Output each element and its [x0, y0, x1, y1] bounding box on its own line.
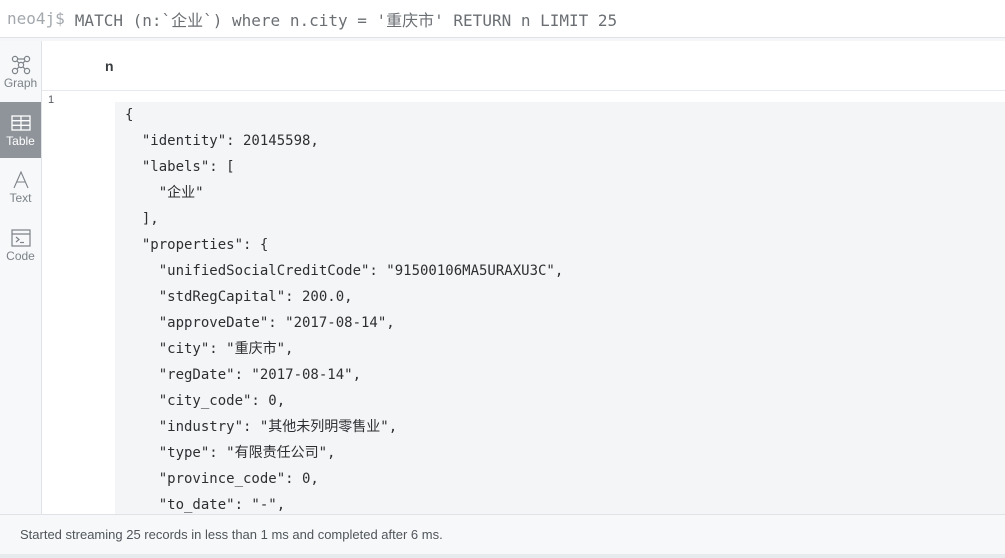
json-line: ], [125, 211, 159, 227]
sidebar-item-label: Table [6, 134, 35, 148]
sidebar-item-text[interactable]: Text [0, 159, 41, 215]
query-prompt: neo4j$ [7, 9, 65, 28]
json-line: { [125, 107, 134, 123]
result-table: n 1 { "identity": 20145598, "labels": [ … [42, 41, 1005, 514]
json-line: "approveDate": "2017-08-14", [125, 315, 395, 331]
json-line: "stdRegCapital": 200.0, [125, 289, 353, 305]
sidebar-item-label: Graph [3, 76, 38, 90]
query-editor[interactable]: neo4j$ MATCH (n:`企业`) where n.city = '重庆市… [0, 0, 1005, 38]
json-line: "identity": 20145598, [125, 133, 319, 149]
json-line: "企业" [125, 185, 204, 201]
sidebar-item-label: Code [6, 249, 35, 263]
status-text: Started streaming 25 records in less tha… [20, 527, 443, 542]
neo4j-browser-frame: neo4j$ MATCH (n:`企业`) where n.city = '重庆市… [0, 0, 1005, 558]
row-number: 1 [48, 94, 55, 106]
table-icon [10, 112, 32, 134]
json-line: "labels": [ [125, 159, 235, 175]
sidebar-item-code[interactable]: Code [0, 217, 41, 273]
sidebar-item-label: Text [9, 191, 32, 205]
json-line: "province_code": 0, [125, 471, 319, 487]
graph-icon [10, 54, 32, 76]
sidebar-item-graph[interactable]: Graph [0, 44, 41, 100]
sidebar-item-table[interactable]: Table [0, 102, 41, 158]
table-header: n [42, 41, 1005, 91]
query-text[interactable]: MATCH (n:`企业`) where n.city = '重庆市' RETU… [75, 7, 617, 31]
view-mode-sidebar: Graph Table Text Code [0, 41, 42, 514]
json-line: "regDate": "2017-08-14", [125, 367, 362, 383]
json-line: "to_date": "-", [125, 497, 286, 513]
json-line: "city": "重庆市", [125, 341, 294, 357]
text-icon [10, 169, 32, 191]
json-line: "industry": "其他未列明零售业", [125, 419, 398, 435]
column-header-n: n [105, 58, 114, 74]
json-line: "type": "有限责任公司", [125, 445, 336, 461]
status-bar: Started streaming 25 records in less tha… [0, 514, 1005, 554]
json-line: "city_code": 0, [125, 393, 286, 409]
json-line: "unifiedSocialCreditCode": "91500106MA5U… [125, 263, 564, 279]
json-line: "properties": { [125, 237, 269, 253]
code-icon [10, 227, 32, 249]
bottom-divider [0, 554, 1005, 558]
table-cell-json[interactable]: { "identity": 20145598, "labels": [ "企业"… [115, 102, 1005, 514]
